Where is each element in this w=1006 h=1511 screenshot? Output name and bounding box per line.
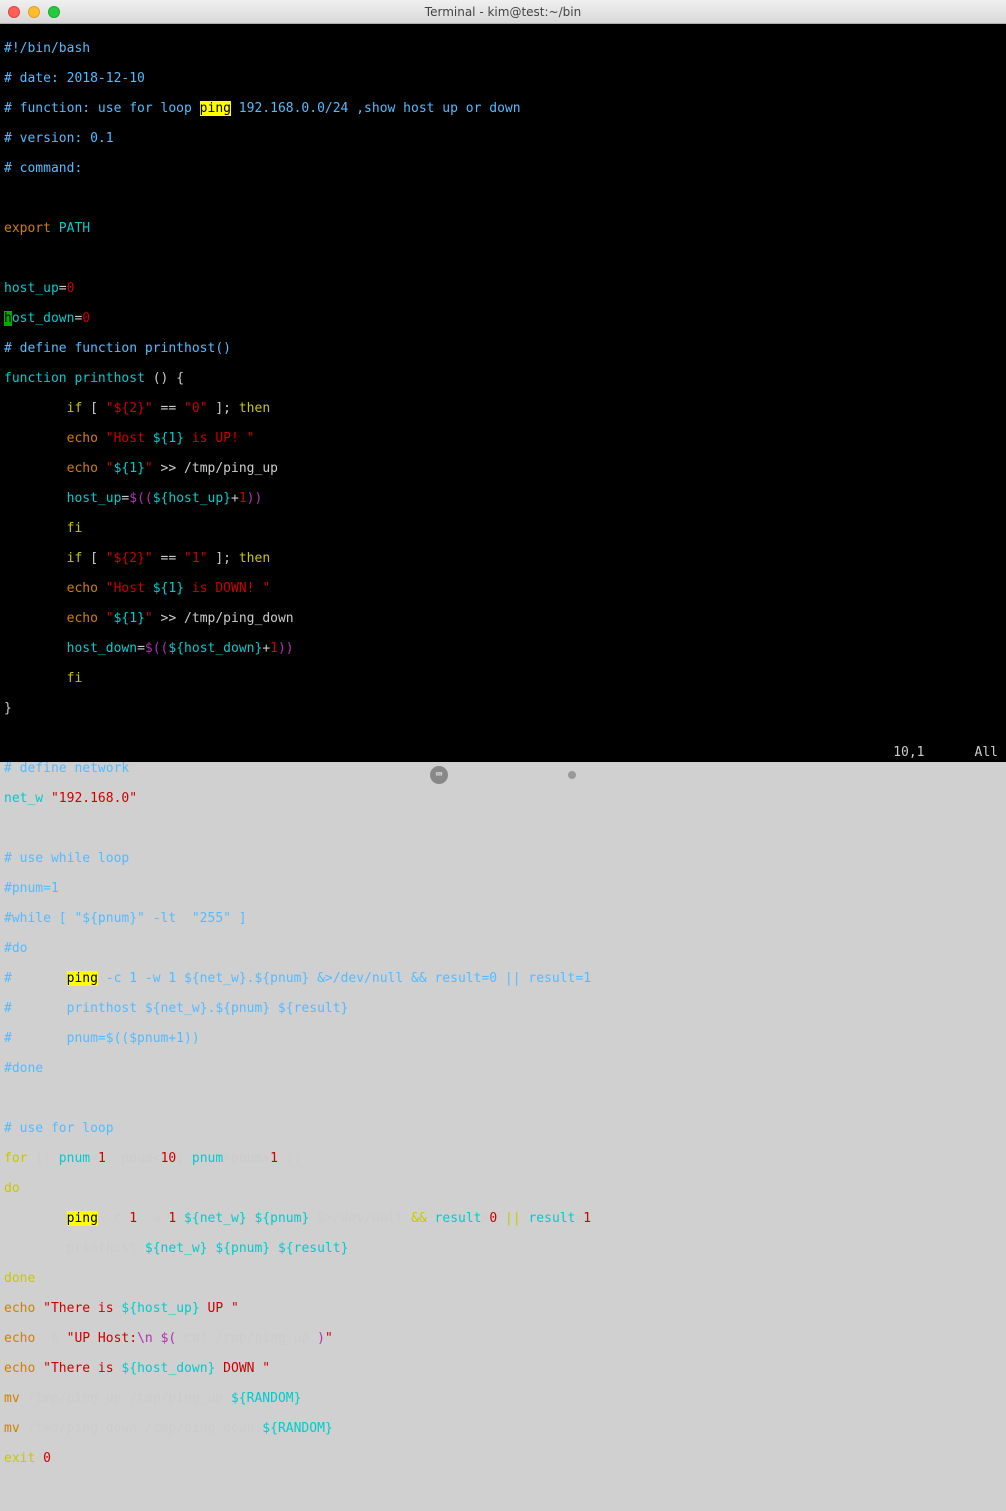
- cursor-position: 10,1: [893, 745, 924, 760]
- search-match: ping: [67, 971, 98, 986]
- comment: # function: use for loop: [4, 101, 200, 116]
- search-match: ping: [67, 1211, 98, 1226]
- search-match: ping: [200, 101, 231, 116]
- keyword: export: [4, 221, 51, 236]
- scroll-position: All: [975, 745, 998, 760]
- titlebar: Terminal - kim@test:~/bin: [0, 0, 1006, 24]
- shebang: #!/bin/bash: [4, 41, 90, 56]
- comment: # command:: [4, 161, 82, 176]
- window-controls: [8, 6, 60, 18]
- close-icon[interactable]: [8, 6, 20, 18]
- window-title: Terminal - kim@test:~/bin: [425, 5, 581, 19]
- vim-statusbar: 10,1 All: [893, 745, 998, 760]
- comment: # date: 2018-12-10: [4, 71, 145, 86]
- terminal-body[interactable]: #!/bin/bash # date: 2018-12-10 # functio…: [0, 24, 1006, 762]
- maximize-icon[interactable]: [48, 6, 60, 18]
- minimize-icon[interactable]: [28, 6, 40, 18]
- cursor: h: [4, 311, 12, 326]
- comment: # version: 0.1: [4, 131, 114, 146]
